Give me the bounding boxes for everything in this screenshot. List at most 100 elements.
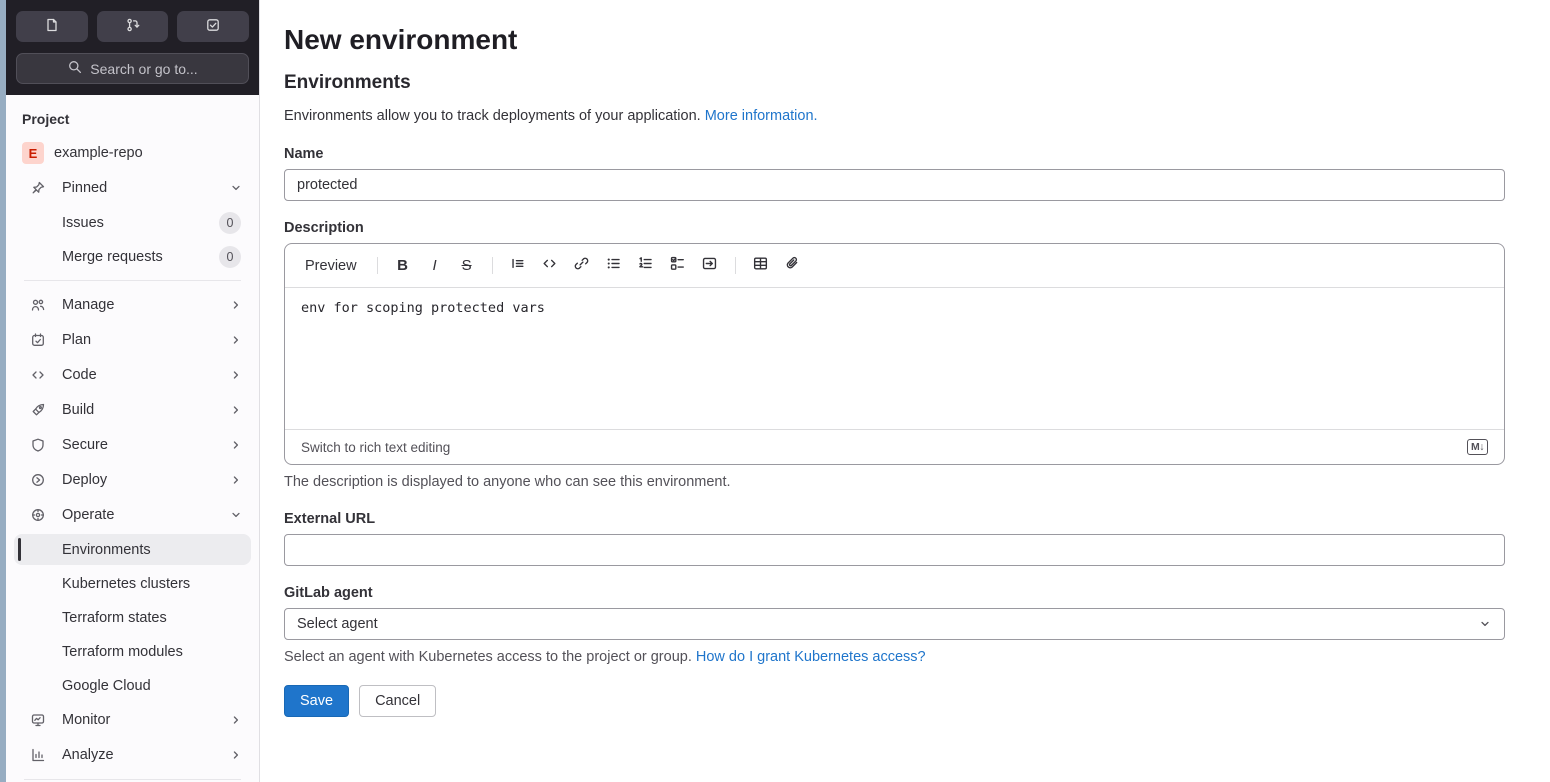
sidebar-item-plan[interactable]: Plan xyxy=(14,324,251,356)
numbered-list-button[interactable] xyxy=(631,251,661,280)
chevron-right-icon xyxy=(229,713,243,727)
sidebar-body: Project E example-repo Pinned Issues 0 M… xyxy=(6,95,259,782)
search-label: Search or go to... xyxy=(90,60,198,77)
search-button[interactable]: Search or go to... xyxy=(16,53,249,84)
chevron-right-icon xyxy=(229,368,243,382)
code-button[interactable] xyxy=(535,251,565,280)
todo-check-icon xyxy=(205,17,221,36)
bullet-list-button[interactable] xyxy=(599,251,629,280)
numbered-list-icon xyxy=(637,255,654,276)
description-help-text: The description is displayed to anyone w… xyxy=(284,474,731,490)
collapsible-section-button[interactable] xyxy=(695,251,725,280)
sidebar-item-terraform-states[interactable]: Terraform states xyxy=(14,602,251,633)
description-field-group: Description Preview B I S env for scopin… xyxy=(284,220,1505,490)
link-button[interactable] xyxy=(567,251,597,280)
chevron-right-icon xyxy=(229,748,243,762)
bullet-list-icon xyxy=(605,255,622,276)
external-url-input[interactable] xyxy=(284,534,1505,566)
chevron-right-icon xyxy=(229,298,243,312)
attach-file-button[interactable] xyxy=(778,251,808,280)
external-url-label: External URL xyxy=(284,511,376,527)
markdown-editor: Preview B I S env for scoping protected … xyxy=(284,243,1505,465)
intro-sentence: Environments allow you to track deployme… xyxy=(284,108,701,124)
table-button[interactable] xyxy=(746,251,776,280)
merge-requests-shortcut-button[interactable] xyxy=(96,11,169,42)
editor-footer: Switch to rich text editing M↓ xyxy=(285,429,1504,464)
save-button[interactable]: Save xyxy=(284,685,350,717)
issues-icon xyxy=(44,17,60,36)
merge-request-icon xyxy=(125,17,141,36)
sidebar-item-terraform-modules[interactable]: Terraform modules xyxy=(14,636,251,667)
main-content: New environment Environments Environment… xyxy=(260,0,1550,782)
markdown-toolbar: Preview B I S xyxy=(285,244,1504,288)
project-name: example-repo xyxy=(54,145,143,161)
sidebar-item-label: Code xyxy=(62,367,97,383)
quote-icon xyxy=(509,255,526,276)
sidebar-item-deploy[interactable]: Deploy xyxy=(14,464,251,496)
table-icon xyxy=(752,255,769,276)
sidebar-item-code[interactable]: Code xyxy=(14,359,251,391)
chevron-down-icon xyxy=(229,508,243,522)
sidebar-item-environments[interactable]: Environments xyxy=(14,534,251,565)
sidebar-divider xyxy=(24,779,241,780)
project-section-label: Project xyxy=(22,111,70,127)
sidebar-item-operate[interactable]: Operate xyxy=(14,499,251,531)
task-list-button[interactable] xyxy=(663,251,693,280)
page-title: New environment xyxy=(284,24,518,55)
more-information-link[interactable]: More information. xyxy=(705,108,818,124)
kubernetes-access-link[interactable]: How do I grant Kubernetes access? xyxy=(696,649,926,665)
sidebar: Search or go to... Project E example-rep… xyxy=(6,0,260,782)
name-input[interactable] xyxy=(284,169,1505,201)
shortcut-row xyxy=(16,11,250,42)
sidebar-item-issues[interactable]: Issues 0 xyxy=(14,207,251,238)
agent-help-text: Select an agent with Kubernetes access t… xyxy=(284,649,1505,665)
agent-field-group: GitLab agent Select agent Select an agen… xyxy=(284,585,1505,665)
pin-icon xyxy=(30,180,46,196)
sidebar-item-label: Plan xyxy=(62,332,92,348)
agent-select[interactable]: Select agent xyxy=(284,608,1505,640)
sidebar-item-google-cloud[interactable]: Google Cloud xyxy=(14,670,251,701)
sidebar-item-monitor[interactable]: Monitor xyxy=(14,704,251,736)
shield-icon xyxy=(30,437,46,453)
sidebar-item-manage[interactable]: Manage xyxy=(14,289,251,321)
issues-shortcut-button[interactable] xyxy=(16,11,88,42)
gitlab-agent-label: GitLab agent xyxy=(284,585,373,601)
sidebar-item-pinned[interactable]: Pinned xyxy=(14,172,251,204)
sidebar-item-label: Deploy xyxy=(62,472,108,488)
strikethrough-button[interactable]: S xyxy=(452,251,482,280)
sidebar-item-secure[interactable]: Secure xyxy=(14,429,251,461)
toolbar-divider xyxy=(491,257,493,274)
operate-icon xyxy=(30,507,46,523)
sidebar-item-merge-requests[interactable]: Merge requests 0 xyxy=(14,241,251,272)
monitor-icon xyxy=(30,712,46,728)
description-textarea[interactable]: env for scoping protected vars xyxy=(285,288,1504,429)
code-icon xyxy=(30,367,46,383)
sidebar-item-project[interactable]: E example-repo xyxy=(14,137,251,169)
sidebar-item-analyze[interactable]: Analyze xyxy=(14,739,251,771)
screen: Search or go to... Project E example-rep… xyxy=(0,0,1550,782)
sidebar-item-label: Merge requests xyxy=(62,248,163,265)
toolbar-divider xyxy=(734,257,736,274)
link-icon xyxy=(573,255,590,276)
form-actions: Save Cancel xyxy=(284,685,1505,717)
section-title: Environments xyxy=(284,72,411,93)
bold-button[interactable]: B xyxy=(388,251,418,280)
todos-shortcut-button[interactable] xyxy=(177,11,250,42)
name-field-group: Name xyxy=(284,146,1505,201)
italic-button[interactable]: I xyxy=(420,251,450,280)
sidebar-item-label: Analyze xyxy=(62,747,114,763)
quote-button[interactable] xyxy=(503,251,533,280)
sidebar-item-kubernetes-clusters[interactable]: Kubernetes clusters xyxy=(14,568,251,599)
sidebar-item-build[interactable]: Build xyxy=(14,394,251,426)
chevron-down-icon xyxy=(229,181,243,195)
description-label: Description xyxy=(284,220,364,236)
sidebar-item-label: Kubernetes clusters xyxy=(62,575,191,592)
sidebar-item-label: Terraform states xyxy=(62,609,167,626)
preview-button[interactable]: Preview xyxy=(295,251,367,280)
cancel-button[interactable]: Cancel xyxy=(359,685,437,717)
intro-text: Environments allow you to track deployme… xyxy=(284,108,1505,124)
sidebar-item-label: Terraform modules xyxy=(62,643,183,660)
agent-select-value: Select agent xyxy=(297,616,378,632)
sidebar-item-label: Operate xyxy=(62,507,115,523)
switch-to-rich-text-link[interactable]: Switch to rich text editing xyxy=(301,440,450,455)
